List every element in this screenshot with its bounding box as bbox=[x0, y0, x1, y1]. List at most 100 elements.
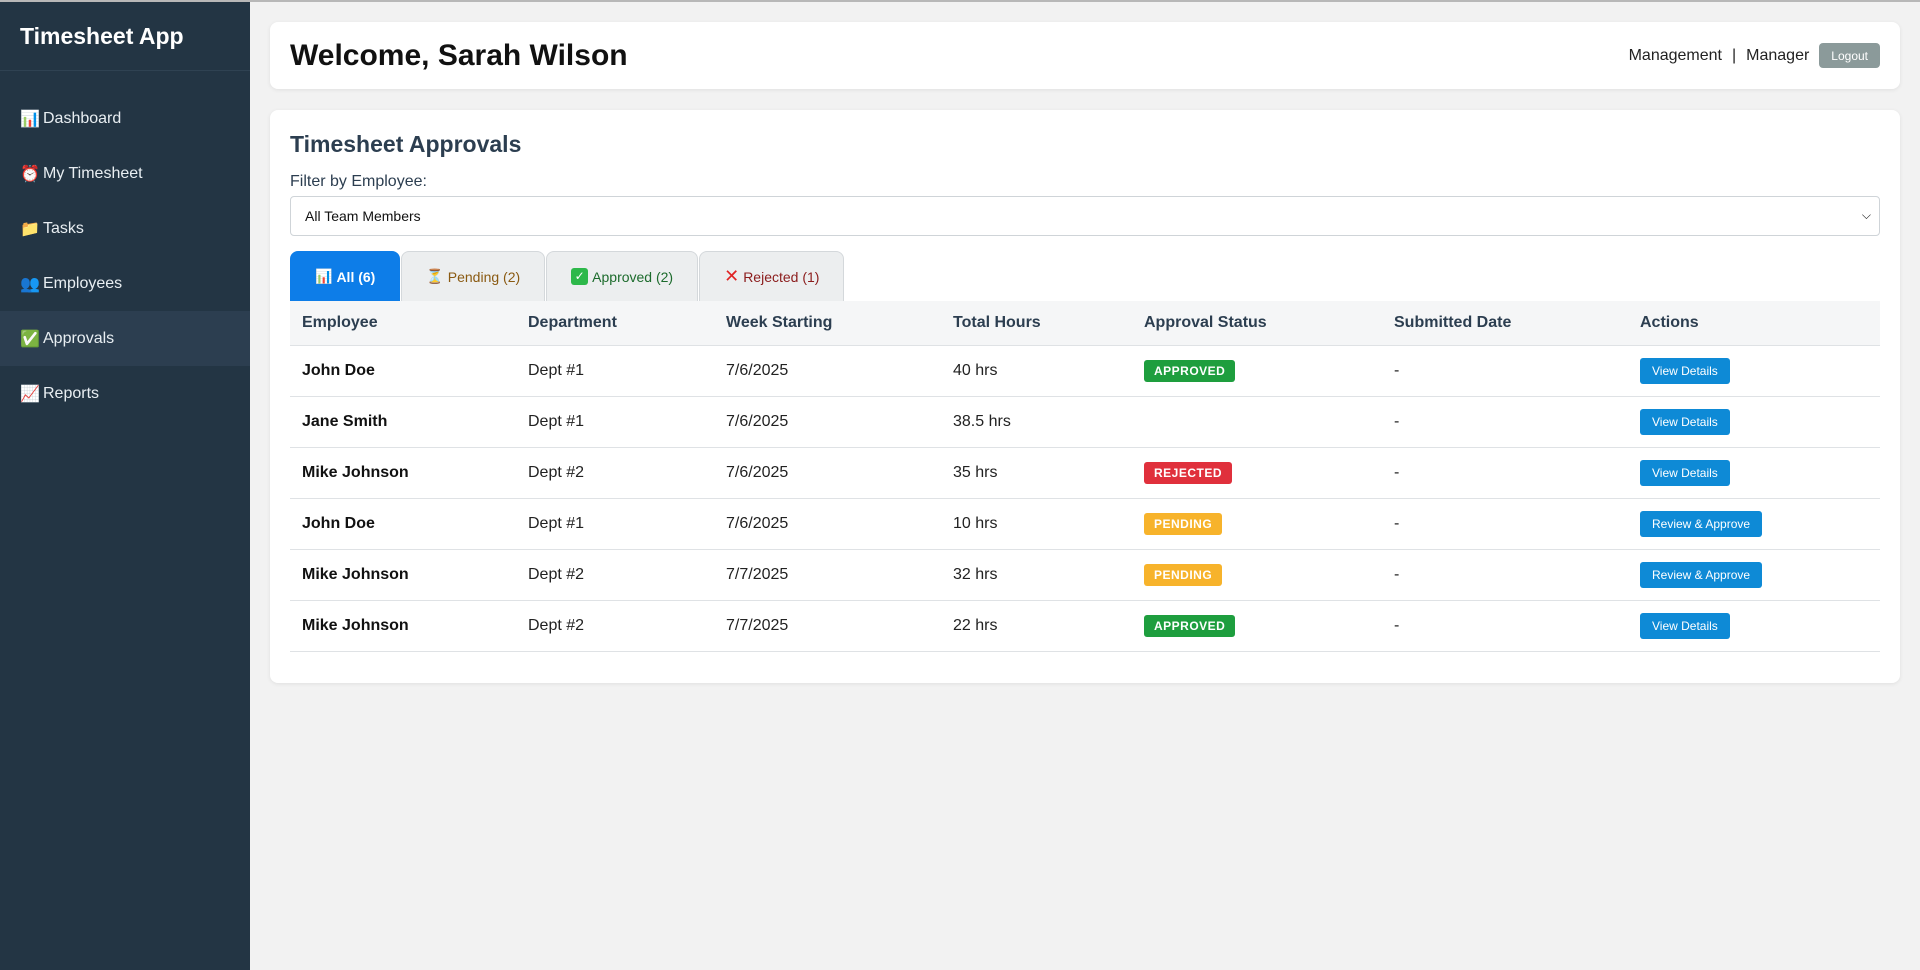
sidebar-item-label: Dashboard bbox=[43, 109, 122, 127]
table-header-row: Employee Department Week Starting Total … bbox=[290, 301, 1880, 346]
table-row: John Doe Dept #1 7/6/2025 40 hrs APPROVE… bbox=[290, 345, 1880, 397]
sidebar-item-tasks[interactable]: 📁 Tasks bbox=[0, 201, 250, 256]
sidebar-item-label: Approvals bbox=[43, 329, 115, 347]
employee-cell: Mike Johnson bbox=[290, 549, 516, 601]
actions-cell: View Details bbox=[1628, 345, 1880, 397]
chart-icon: 📊 bbox=[315, 268, 333, 284]
sidebar: Timesheet App 📊 Dashboard ⏰ My Timesheet… bbox=[0, 2, 250, 970]
employee-cell: John Doe bbox=[290, 345, 516, 397]
sidebar-item-label: Tasks bbox=[43, 219, 84, 237]
tab-rejected[interactable]: ✕ Rejected (1) bbox=[699, 251, 845, 301]
week-cell: 7/6/2025 bbox=[714, 396, 941, 448]
table-row: Mike Johnson Dept #2 7/6/2025 35 hrs REJ… bbox=[290, 447, 1880, 499]
logout-button[interactable]: Logout bbox=[1819, 43, 1880, 68]
tab-label: Pending (2) bbox=[447, 268, 521, 285]
employee-cell: John Doe bbox=[290, 498, 516, 550]
table-row: Mike Johnson Dept #2 7/7/2025 22 hrs APP… bbox=[290, 600, 1880, 652]
tab-pending[interactable]: ⏳ Pending (2) bbox=[401, 251, 546, 301]
user-info: Management | Manager Logout bbox=[1629, 43, 1880, 68]
user-department: Management bbox=[1628, 46, 1722, 64]
column-header[interactable]: Department bbox=[516, 301, 714, 346]
header-card: Welcome, Sarah Wilson Management | Manag… bbox=[270, 22, 1900, 89]
tab-label: All (6) bbox=[336, 268, 376, 285]
column-header[interactable]: Submitted Date bbox=[1382, 301, 1628, 346]
status-badge: PENDING bbox=[1144, 563, 1223, 586]
view-details-button[interactable]: View Details bbox=[1640, 612, 1730, 639]
sidebar-item-dashboard[interactable]: 📊 Dashboard bbox=[0, 91, 250, 146]
status-badge: APPROVED bbox=[1144, 359, 1236, 382]
hours-cell: 22 hrs bbox=[941, 600, 1132, 652]
review-approve-button[interactable]: Review & Approve bbox=[1640, 561, 1763, 588]
trend-icon: 📈 bbox=[20, 385, 40, 403]
sidebar-item-reports[interactable]: 📈 Reports bbox=[0, 366, 250, 421]
department-cell: Dept #1 bbox=[516, 498, 714, 550]
column-header[interactable]: Week Starting bbox=[714, 301, 941, 346]
alarm-clock-icon: ⏰ bbox=[20, 165, 40, 183]
status-cell: PENDING bbox=[1132, 549, 1382, 601]
status-cell: APPROVED bbox=[1132, 600, 1382, 652]
status-cell: APPROVED bbox=[1132, 345, 1382, 397]
user-info-separator: | bbox=[1731, 46, 1737, 64]
department-cell: Dept #2 bbox=[516, 549, 714, 601]
tab-label: Approved (2) bbox=[592, 268, 674, 285]
submitted-cell: - bbox=[1382, 600, 1628, 652]
tab-label: Rejected (1) bbox=[743, 268, 820, 285]
review-approve-button[interactable]: Review & Approve bbox=[1640, 510, 1763, 537]
chart-icon: 📊 bbox=[20, 110, 40, 128]
table-row: Mike Johnson Dept #2 7/7/2025 32 hrs PEN… bbox=[290, 549, 1880, 601]
tab-all[interactable]: 📊 All (6) bbox=[290, 251, 401, 301]
hourglass-icon: ⏳ bbox=[426, 268, 444, 284]
status-badge: APPROVED bbox=[1144, 614, 1236, 637]
hours-cell: 32 hrs bbox=[941, 549, 1132, 601]
week-cell: 7/7/2025 bbox=[714, 549, 941, 601]
column-header[interactable]: Total Hours bbox=[941, 301, 1132, 346]
table-row: Jane Smith Dept #1 7/6/2025 38.5 hrs - V… bbox=[290, 396, 1880, 448]
actions-cell: View Details bbox=[1628, 600, 1880, 652]
hours-cell: 10 hrs bbox=[941, 498, 1132, 550]
approvals-table: Employee Department Week Starting Total … bbox=[290, 301, 1880, 652]
x-icon: ✕ bbox=[724, 266, 740, 286]
sidebar-item-approvals[interactable]: ✅ Approvals bbox=[0, 311, 250, 366]
sidebar-item-label: Reports bbox=[43, 384, 100, 402]
employee-filter-select[interactable]: All Team Members ⌵ bbox=[290, 196, 1880, 236]
people-icon: 👥 bbox=[20, 275, 40, 293]
week-cell: 7/6/2025 bbox=[714, 447, 941, 499]
status-badge: PENDING bbox=[1144, 512, 1223, 535]
view-details-button[interactable]: View Details bbox=[1640, 408, 1730, 435]
employee-cell: Jane Smith bbox=[290, 396, 516, 448]
tab-approved[interactable]: ✓ Approved (2) bbox=[546, 251, 699, 301]
actions-cell: View Details bbox=[1628, 447, 1880, 499]
section-title: Timesheet Approvals bbox=[290, 131, 522, 157]
week-cell: 7/7/2025 bbox=[714, 600, 941, 652]
column-header[interactable]: Employee bbox=[290, 301, 516, 346]
approvals-card: Timesheet Approvals Filter by Employee: … bbox=[270, 110, 1900, 683]
actions-cell: View Details bbox=[1628, 396, 1880, 448]
department-cell: Dept #2 bbox=[516, 600, 714, 652]
main-area: Welcome, Sarah Wilson Management | Manag… bbox=[250, 2, 1920, 970]
table-row: John Doe Dept #1 7/6/2025 10 hrs PENDING… bbox=[290, 498, 1880, 550]
week-cell: 7/6/2025 bbox=[714, 345, 941, 397]
status-cell: REJECTED bbox=[1132, 447, 1382, 499]
week-cell: 7/6/2025 bbox=[714, 498, 941, 550]
sidebar-item-label: My Timesheet bbox=[43, 164, 143, 182]
sidebar-item-employees[interactable]: 👥 Employees bbox=[0, 256, 250, 311]
submitted-cell: - bbox=[1382, 345, 1628, 397]
hours-cell: 40 hrs bbox=[941, 345, 1132, 397]
status-badge: REJECTED bbox=[1144, 461, 1233, 484]
sidebar-item-my-timesheet[interactable]: ⏰ My Timesheet bbox=[0, 146, 250, 201]
department-cell: Dept #2 bbox=[516, 447, 714, 499]
check-icon: ✓ bbox=[571, 268, 589, 285]
department-cell: Dept #1 bbox=[516, 345, 714, 397]
actions-cell: Review & Approve bbox=[1628, 549, 1880, 601]
view-details-button[interactable]: View Details bbox=[1640, 459, 1730, 486]
check-icon: ✅ bbox=[20, 330, 40, 348]
employee-cell: Mike Johnson bbox=[290, 447, 516, 499]
sidebar-nav: 📊 Dashboard ⏰ My Timesheet 📁 Tasks 👥 Emp… bbox=[0, 71, 250, 421]
chevron-down-icon: ⌵ bbox=[1861, 208, 1871, 222]
folder-icon: 📁 bbox=[20, 220, 40, 238]
view-details-button[interactable]: View Details bbox=[1640, 357, 1730, 384]
actions-cell: Review & Approve bbox=[1628, 498, 1880, 550]
column-header[interactable]: Approval Status bbox=[1132, 301, 1382, 346]
submitted-cell: - bbox=[1382, 498, 1628, 550]
status-cell: PENDING bbox=[1132, 498, 1382, 550]
